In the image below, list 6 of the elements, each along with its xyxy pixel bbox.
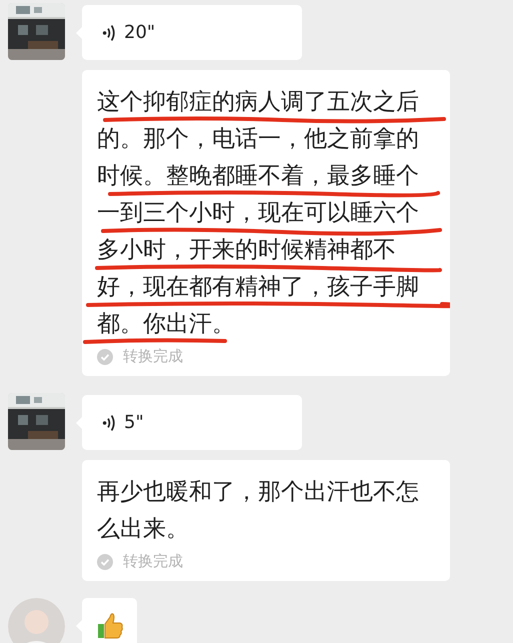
status-text: 转换完成 [123, 347, 183, 366]
transcript-text: 再少也暖和了，那个出汗也不怎么出来。 [97, 478, 420, 544]
voice-duration: 5" [124, 412, 144, 433]
transcript-text: 这个抑郁症的病人调了五次之后的。那个，电话一，他之前拿的时候。整晚都睡不着，最多睡个一到三个小时，现在可以睡六个多小时，开来的时候精神都不好，现在都有精神了，孩子手脚都。你出汗。 [97, 88, 420, 339]
voice-duration: 20" [124, 22, 156, 43]
status-text: 转换完成 [123, 552, 183, 571]
